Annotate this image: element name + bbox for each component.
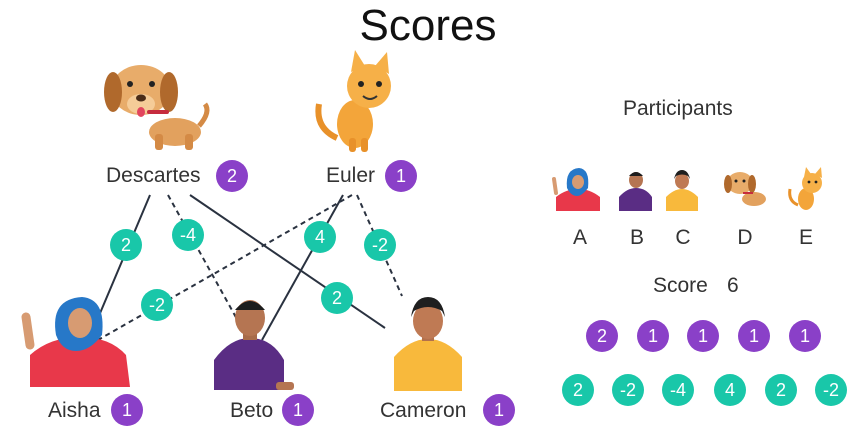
panel-node-score: 1 [738,320,770,352]
participant-letter-e: E [798,226,813,249]
cameron-avatar [394,297,462,391]
dog-icon [104,65,210,150]
node-label-cameron: Cameron [380,399,467,422]
node-label-aisha: Aisha [48,399,101,422]
participant-c-icon [666,170,698,211]
participant-d-icon [724,172,766,206]
aisha-avatar [21,297,130,387]
participant-letter-b: B [629,226,644,249]
edge-weight-descartes-cameron: 2 [321,282,353,314]
participant-b-icon [619,172,652,211]
node-label-beto: Beto [230,399,274,422]
panel-node-score: 1 [687,320,719,352]
edge-weight-descartes-aisha: 2 [110,229,142,261]
participants-row [552,167,822,211]
node-score-cameron: 1 [483,394,515,426]
participant-letter-c: C [675,226,691,249]
participant-a-icon [552,168,600,211]
node-score-beto: 1 [282,394,314,426]
node-score-aisha: 1 [111,394,143,426]
panel-node-score: 1 [637,320,669,352]
node-label-euler: Euler [326,164,376,187]
beto-avatar [214,300,294,390]
participants-heading: Participants [623,97,733,120]
graph-edges [21,50,462,391]
participant-letter-a: A [572,226,587,249]
edge-weight-euler-cameron: -2 [364,229,396,261]
score-label: Score [653,274,708,297]
score-value: 6 [727,274,739,297]
cat-icon [315,50,391,152]
edge-weight-euler-aisha: -2 [141,289,173,321]
edge-euler-beto [261,194,344,341]
panel-edge-score: 4 [714,374,746,406]
edge-weight-descartes-beto: -4 [172,219,204,251]
panel-edge-score: 2 [765,374,797,406]
edge-euler-aisha [97,194,353,341]
edge-descartes-cameron [189,194,386,329]
panel-edge-score: 2 [562,374,594,406]
panel-edge-score: -2 [612,374,644,406]
panel-node-score: 2 [586,320,618,352]
panel-node-score: 1 [789,320,821,352]
node-score-descartes: 2 [216,160,248,192]
participant-letter-d: D [737,226,753,249]
edge-weight-euler-beto: 4 [304,221,336,253]
participant-e-icon [788,167,822,210]
panel-edge-score: -2 [815,374,847,406]
node-score-euler: 1 [385,160,417,192]
panel-edge-score: -4 [662,374,694,406]
node-label-descartes: Descartes [106,164,201,187]
